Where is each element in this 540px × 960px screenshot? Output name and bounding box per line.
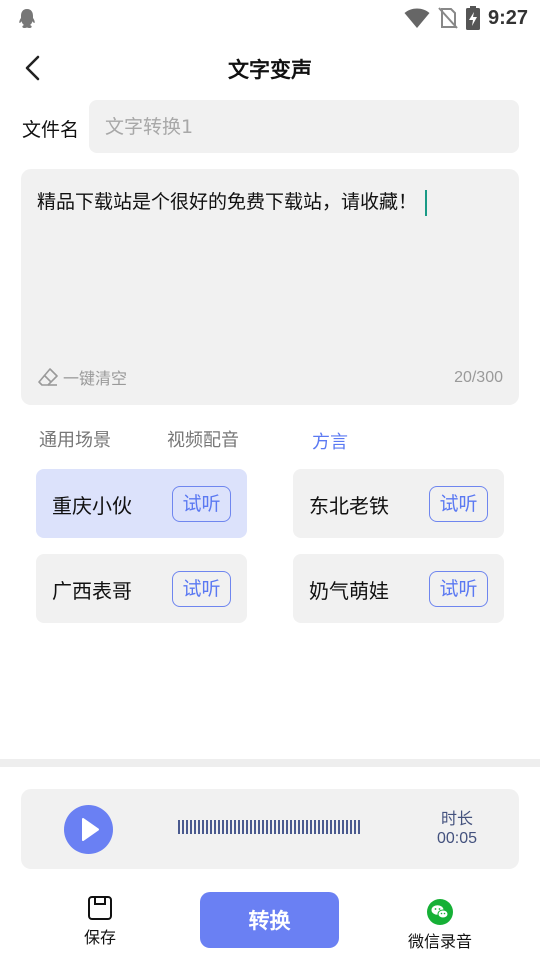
duration-value: 00:05	[436, 830, 477, 847]
waveform-bar	[302, 820, 304, 834]
waveform-bar	[306, 820, 308, 834]
waveform-bar	[202, 820, 204, 834]
save-icon	[88, 896, 112, 920]
try-listen-button[interactable]: 试听	[429, 571, 488, 607]
waveform-bar	[190, 820, 192, 834]
waveform-bar	[286, 820, 288, 834]
waveform-bar	[254, 820, 256, 834]
save-label: 保存	[83, 928, 116, 947]
waveform-bar	[294, 820, 296, 834]
bottom-bar: 保存 转换 微信录音	[0, 880, 540, 960]
voice-card-chongqing[interactable]: 重庆小伙 试听	[36, 469, 247, 538]
wechat-record-button[interactable]: 微信录音	[400, 898, 480, 952]
voice-card-dongbei[interactable]: 东北老铁 试听	[293, 469, 504, 538]
status-time: 9:27	[487, 6, 528, 29]
waveform-bar	[318, 820, 320, 834]
save-button[interactable]: 保存	[78, 894, 122, 948]
page-title: 文字变声	[228, 58, 312, 82]
waveform-bar	[326, 820, 328, 834]
waveform-bar	[322, 820, 324, 834]
status-bar: 9:27	[0, 0, 540, 36]
waveform-bar	[178, 820, 180, 834]
waveform-bar	[314, 820, 316, 834]
category-tabs: 通用场景 视频配音 方言	[0, 420, 540, 460]
waveform-bar	[210, 820, 212, 834]
waveform-bar	[310, 820, 312, 834]
voice-name: 重庆小伙	[52, 494, 132, 518]
waveform-bar	[350, 820, 352, 834]
wechat-icon	[427, 899, 453, 925]
waveform-bar	[274, 820, 276, 834]
waveform-bar	[266, 820, 268, 834]
waveform-bar	[250, 820, 252, 834]
app-header: 文字变声	[0, 40, 540, 96]
clear-label: 一键清空	[63, 369, 128, 388]
waveform-bar	[226, 820, 228, 834]
waveform-bar	[330, 820, 332, 834]
waveform-bar	[342, 820, 344, 834]
voice-name: 东北老铁	[309, 494, 389, 518]
waveform-bar	[206, 820, 208, 834]
waveform-bar	[278, 820, 280, 834]
play-icon	[82, 818, 99, 841]
voice-name: 奶气萌娃	[309, 579, 389, 603]
waveform-bar	[198, 820, 200, 834]
waveform-bar	[194, 820, 196, 834]
try-listen-button[interactable]: 试听	[172, 486, 231, 522]
eraser-icon	[38, 368, 58, 386]
convert-button[interactable]: 转换	[200, 892, 339, 948]
waveform-bar	[354, 820, 356, 834]
editor-text: 精品下载站是个很好的免费下载站，请收藏！	[37, 191, 418, 213]
qq-icon	[19, 9, 35, 28]
section-divider	[0, 759, 540, 767]
waveform-bar	[358, 820, 360, 834]
editor-content[interactable]: 精品下载站是个很好的免费下载站，请收藏！	[37, 189, 503, 216]
waveform-bar	[218, 820, 220, 834]
waveform-bar	[262, 820, 264, 834]
battery-charging-icon	[465, 6, 480, 30]
waveform-bar	[346, 820, 348, 834]
tab-video-dubbing[interactable]: 视频配音	[167, 426, 239, 452]
try-listen-button[interactable]: 试听	[172, 571, 231, 607]
audio-player: 时长 00:05	[21, 789, 519, 869]
no-sim-icon	[438, 7, 458, 29]
waveform-bar	[222, 820, 224, 834]
clear-button[interactable]: 一键清空	[37, 365, 127, 389]
text-editor[interactable]: 精品下载站是个很好的免费下载站，请收藏！ 一键清空 20/300	[21, 169, 519, 405]
waveform-bar	[290, 820, 292, 834]
waveform-bar	[298, 820, 300, 834]
duration-label: 时长	[440, 809, 473, 828]
waveform-bar	[242, 820, 244, 834]
char-counter: 20/300	[454, 369, 503, 386]
waveform-bar	[186, 820, 188, 834]
filename-label: 文件名	[22, 119, 80, 141]
voice-name: 广西表哥	[52, 579, 132, 603]
waveform-bar	[238, 820, 240, 834]
waveform-bar	[230, 820, 232, 834]
voice-card-naiqi[interactable]: 奶气萌娃 试听	[293, 554, 504, 623]
waveform-bar	[246, 820, 248, 834]
wechat-label: 微信录音	[407, 932, 472, 951]
filename-row: 文件名	[20, 100, 520, 154]
voice-card-guangxi[interactable]: 广西表哥 试听	[36, 554, 247, 623]
waveform-bar	[258, 820, 260, 834]
text-caret	[425, 189, 428, 216]
duration: 时长 00:05	[437, 809, 477, 849]
waveform-bar	[214, 820, 216, 834]
waveform	[178, 820, 360, 834]
try-listen-button[interactable]: 试听	[429, 486, 488, 522]
wifi-icon	[404, 8, 430, 28]
waveform-bar	[234, 820, 236, 834]
play-button[interactable]	[64, 805, 113, 854]
waveform-bar	[338, 820, 340, 834]
waveform-bar	[182, 820, 184, 834]
filename-input[interactable]	[89, 100, 519, 153]
tab-dialect[interactable]: 方言	[312, 428, 348, 454]
waveform-bar	[270, 820, 272, 834]
tab-general[interactable]: 通用场景	[39, 426, 111, 452]
waveform-bar	[282, 820, 284, 834]
waveform-bar	[334, 820, 336, 834]
